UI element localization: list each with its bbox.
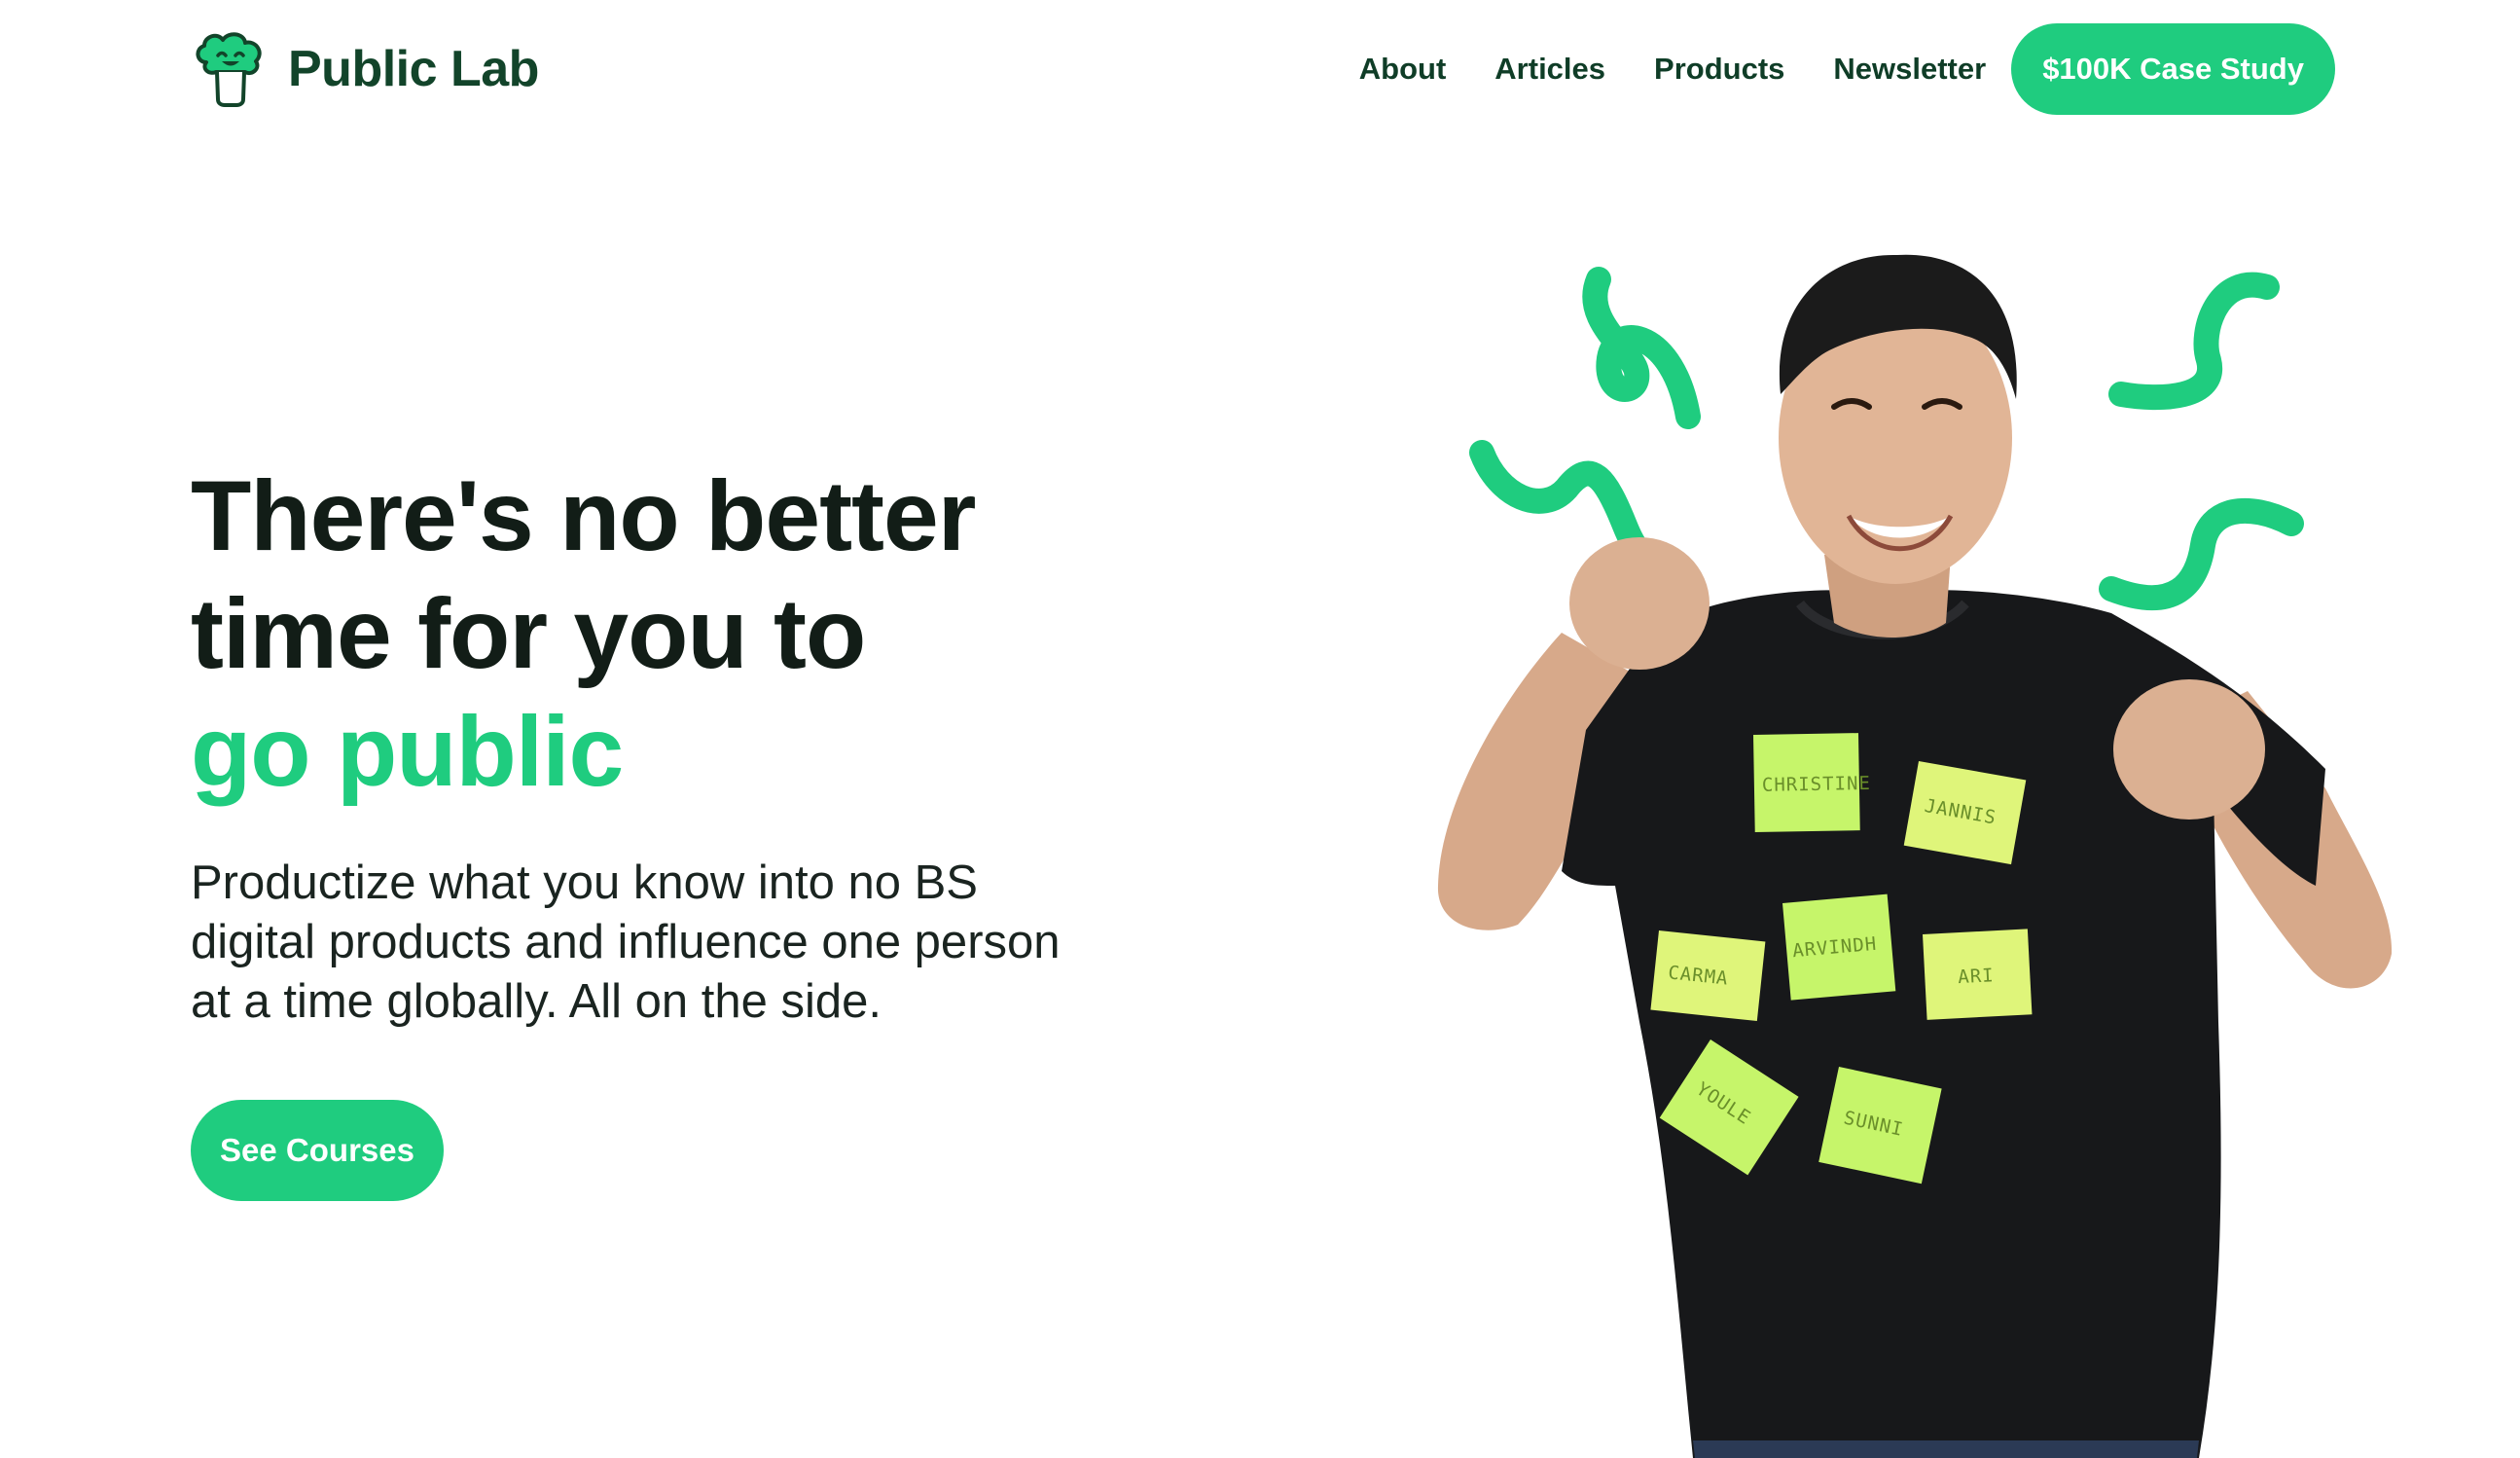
squiggle-decoration: [2099, 497, 2304, 611]
hero-subtitle-line-3: at a time globally. All on the side.: [191, 975, 882, 1028]
brand-name: Public Lab: [288, 41, 539, 97]
hero-title-line-2: time for you to: [191, 578, 866, 689]
site-header: Public Lab About Articles Products Newsl…: [0, 0, 2520, 146]
hero-subtitle-line-1: Productize what you know into no BS: [191, 857, 978, 909]
squiggle-decoration: [1582, 267, 1701, 429]
broccoli-icon: [196, 32, 262, 107]
case-study-button[interactable]: $100K Case Study: [2011, 23, 2335, 115]
logo-link[interactable]: Public Lab: [191, 29, 539, 109]
see-courses-button[interactable]: See Courses: [191, 1100, 444, 1201]
hero-title: There's no better time for you to go pub…: [191, 457, 1261, 811]
hero-subtitle: Productize what you know into no BS digi…: [191, 854, 1203, 1032]
jeans: [1693, 1440, 2199, 1458]
main-nav: About Articles Products Newsletter $100K…: [1359, 23, 2335, 115]
landing-page: Public Lab About Articles Products Newsl…: [0, 0, 2520, 1458]
right-hand: [2113, 679, 2265, 820]
left-hand: [1569, 537, 1710, 670]
squiggle-decoration: [2108, 272, 2280, 411]
nav-about-link[interactable]: About: [1359, 52, 1447, 87]
hero-illustration: [1343, 146, 2413, 1458]
nav-newsletter-link[interactable]: Newsletter: [1833, 52, 1986, 87]
hero-subtitle-line-2: digital products and influence one perso…: [191, 916, 1061, 968]
person-photo: [1437, 254, 2393, 1458]
nav-articles-link[interactable]: Articles: [1494, 52, 1605, 87]
hero-title-accent: go public: [191, 696, 624, 807]
nav-products-link[interactable]: Products: [1654, 52, 1784, 87]
squiggle-decoration: [1469, 440, 1657, 567]
hero-title-line-1: There's no better: [191, 460, 976, 571]
